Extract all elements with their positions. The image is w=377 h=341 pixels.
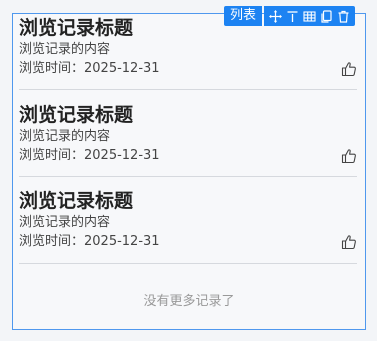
record-title: 浏览记录标题 — [19, 190, 134, 212]
tool-group — [264, 6, 356, 26]
list-item[interactable]: 浏览记录标题 浏览记录的内容 浏览时间：2025-12-31 — [19, 189, 357, 250]
canvas: 列表 浏览记录标题 浏览记录的内容 浏览时间：2025-12-31 浏览记录标题… — [0, 0, 377, 341]
list-item[interactable]: 浏览记录标题 浏览记录的内容 浏览时间：2025-12-31 — [19, 103, 357, 164]
copy-icon[interactable] — [318, 6, 335, 26]
record-content: 浏览记录的内容 — [19, 42, 111, 57]
record-time: 浏览时间：2025-12-31 — [19, 61, 160, 76]
align-top-icon[interactable] — [284, 6, 301, 26]
thumbs-up-icon[interactable] — [341, 234, 357, 250]
thumbs-up-icon[interactable] — [341, 61, 357, 77]
record-time: 浏览时间：2025-12-31 — [19, 234, 160, 249]
thumbs-up-icon[interactable] — [341, 148, 357, 164]
record-time: 浏览时间：2025-12-31 — [19, 148, 160, 163]
delete-icon[interactable] — [335, 6, 352, 26]
divider — [19, 176, 357, 177]
table-icon[interactable] — [301, 6, 318, 26]
component-type-tag: 列表 — [224, 6, 263, 26]
divider — [19, 89, 357, 90]
move-icon[interactable] — [267, 6, 284, 26]
divider — [19, 263, 357, 264]
component-toolbar: 列表 — [224, 6, 356, 26]
record-title: 浏览记录标题 — [19, 104, 134, 126]
record-content: 浏览记录的内容 — [19, 129, 111, 144]
no-more-records-text: 没有更多记录了 — [143, 294, 235, 309]
record-content: 浏览记录的内容 — [19, 215, 111, 230]
